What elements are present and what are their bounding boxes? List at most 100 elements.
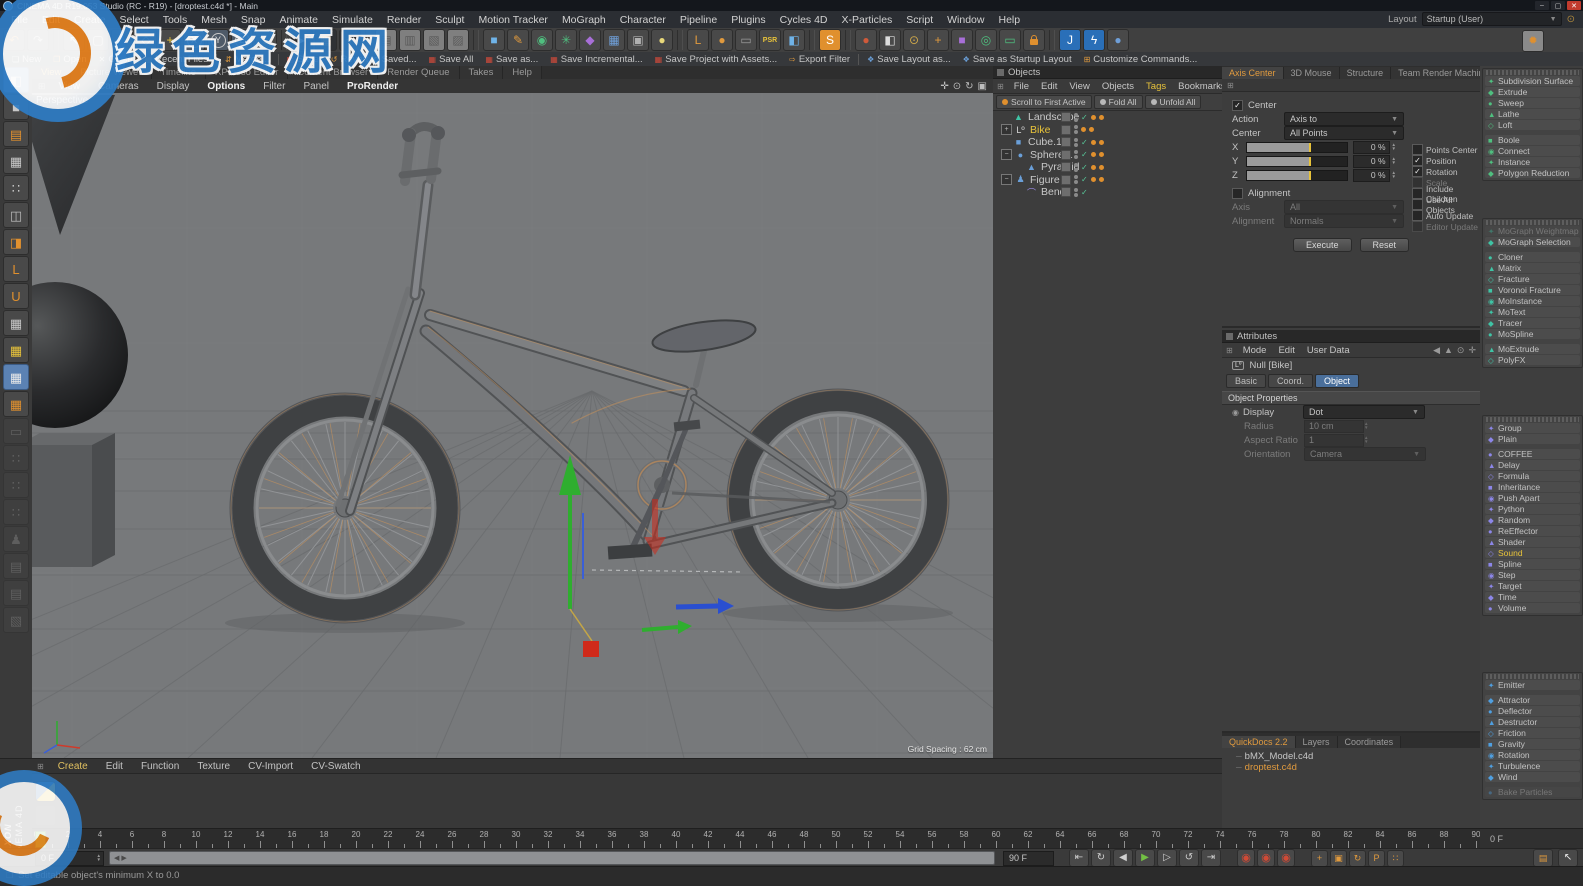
- timeline-menu-create[interactable]: Create: [49, 761, 97, 772]
- inheritance-button[interactable]: ■Inheritance: [1485, 482, 1580, 492]
- unfold-all-button[interactable]: Unfold All: [1145, 95, 1202, 109]
- drag-handle[interactable]: [1486, 674, 1579, 679]
- center-dropdown[interactable]: All Points▼: [1284, 126, 1404, 140]
- magnify-icon[interactable]: ⊙: [903, 29, 925, 51]
- coffee-button[interactable]: ●COFFEE: [1485, 449, 1580, 459]
- objects-menu-view[interactable]: View: [1063, 81, 1095, 92]
- tab-axis-center[interactable]: Axis Center: [1222, 67, 1284, 79]
- plain-button[interactable]: ◆Plain: [1485, 434, 1580, 444]
- option-use-all-objects[interactable]: Use All Objects: [1412, 199, 1478, 210]
- python-button[interactable]: ✦Python: [1485, 504, 1580, 514]
- layer-toggle[interactable]: [1061, 137, 1071, 147]
- push-apart-button[interactable]: ◉Push Apart: [1485, 493, 1580, 503]
- bake-particles-button[interactable]: ●Bake Particles: [1485, 787, 1580, 797]
- matrix-button[interactable]: ▲Matrix: [1485, 263, 1580, 273]
- attributes-menu-mode[interactable]: Mode: [1237, 345, 1273, 356]
- tab-help[interactable]: Help: [503, 66, 542, 79]
- tab-quickdocs-2.2[interactable]: QuickDocs 2.2: [1222, 736, 1296, 748]
- tree-expander[interactable]: −: [1001, 149, 1012, 160]
- dim-tool-1-icon[interactable]: ▭: [3, 418, 29, 444]
- viewport-canvas[interactable]: Perspective: [32, 93, 995, 758]
- attributes-header[interactable]: Attributes: [1222, 330, 1480, 343]
- menu-cycles-4d[interactable]: Cycles 4D: [773, 14, 835, 26]
- radius-field[interactable]: 10 cm: [1304, 420, 1364, 433]
- alignment-dropdown[interactable]: Normals▼: [1284, 214, 1404, 228]
- menu-mograph[interactable]: MoGraph: [555, 14, 613, 26]
- menu-help[interactable]: Help: [991, 14, 1027, 26]
- reeffector-button[interactable]: ●ReEffector: [1485, 526, 1580, 536]
- scroll-to-first-active-button[interactable]: Scroll to First Active: [996, 95, 1092, 109]
- slider-value[interactable]: 0 %: [1353, 169, 1390, 182]
- dim-tool-7-icon[interactable]: ▤: [3, 580, 29, 606]
- subdivision-surface-button[interactable]: ✦Subdivision Surface: [1485, 76, 1580, 86]
- tag-icon[interactable]: [1091, 177, 1096, 182]
- layer-toggle[interactable]: [1061, 175, 1071, 185]
- slider-value[interactable]: 0 %: [1353, 141, 1390, 154]
- gizmo-origin-handle[interactable]: [583, 641, 599, 657]
- timeline-ruler[interactable]: 0246810121416182022242628303234363840424…: [32, 828, 1480, 849]
- end-frame-field[interactable]: 90 F: [1003, 851, 1054, 866]
- search-attributes-icon[interactable]: ⊙: [1457, 345, 1465, 356]
- polygons-mode-icon[interactable]: ◨: [3, 229, 29, 255]
- tree-item-figure[interactable]: −♟Figure✓: [993, 174, 1222, 187]
- polygon-reduction-button[interactable]: ◆Polygon Reduction: [1485, 168, 1580, 178]
- sculpt-icon[interactable]: S: [819, 29, 841, 51]
- dim-tool-8-icon[interactable]: ▧: [3, 607, 29, 633]
- attribute-tab-object[interactable]: Object: [1315, 374, 1359, 388]
- modeling-preset-mirror-icon[interactable]: ▨: [447, 29, 469, 51]
- action-dropdown[interactable]: Axis to▼: [1284, 112, 1404, 126]
- save-all-button[interactable]: ▦Save All: [423, 53, 480, 65]
- play-backward-button[interactable]: ↻: [1091, 849, 1111, 867]
- menu-x-particles[interactable]: X-Particles: [835, 14, 900, 26]
- tree-expander[interactable]: −: [1001, 174, 1012, 185]
- timeline-menu-function[interactable]: Function: [132, 761, 188, 772]
- random-button[interactable]: ◆Random: [1485, 515, 1580, 525]
- bike-model[interactable]: [231, 126, 948, 622]
- save-layout-as--button[interactable]: ❖Save Layout as...: [861, 53, 957, 65]
- document-item[interactable]: ─bMX_Model.c4d: [1222, 751, 1480, 762]
- axis-xyz-icon[interactable]: ●: [711, 29, 733, 51]
- region-icon[interactable]: ▭: [999, 29, 1021, 51]
- psr-icon[interactable]: PSR: [759, 29, 781, 51]
- viewport-menu-panel[interactable]: Panel: [294, 81, 338, 92]
- sphere-object[interactable]: [32, 282, 128, 428]
- tag-icon[interactable]: [1099, 115, 1104, 120]
- content-cube-icon[interactable]: ■: [951, 29, 973, 51]
- visibility-dots[interactable]: [1074, 163, 1078, 172]
- spline-button[interactable]: ■Spline: [1485, 559, 1580, 569]
- layer-toggle[interactable]: [1061, 187, 1071, 197]
- texture-mode-icon[interactable]: ▤: [3, 121, 29, 147]
- tag-icon[interactable]: [1099, 177, 1104, 182]
- attributes-menu-user-data[interactable]: User Data: [1301, 345, 1356, 356]
- mograph-weightmap-button[interactable]: ✦MoGraph Weightmap: [1485, 226, 1580, 236]
- zoom-view-icon[interactable]: ⊙: [953, 81, 961, 92]
- history-back-icon[interactable]: ◀: [1433, 345, 1440, 356]
- workplane-cursor-icon[interactable]: ▦: [3, 391, 29, 417]
- option-position[interactable]: ✓Position: [1412, 155, 1478, 166]
- deformer-button[interactable]: ◆: [579, 29, 601, 51]
- loft-button[interactable]: ◇Loft: [1485, 120, 1580, 130]
- attributes-menu-edit[interactable]: Edit: [1272, 345, 1300, 356]
- dim-tool-3-icon[interactable]: ∷: [3, 472, 29, 498]
- modeling-preset-extrude-icon[interactable]: ▥: [399, 29, 421, 51]
- save-as--button[interactable]: ▦Save as...: [479, 53, 544, 65]
- tab-3d-mouse[interactable]: 3D Mouse: [1284, 67, 1340, 79]
- rotation-button[interactable]: ◉Rotation: [1485, 750, 1580, 760]
- motext-button[interactable]: ✦MoText: [1485, 307, 1580, 317]
- record-pla-toggle[interactable]: ∷: [1387, 850, 1404, 867]
- record-rotation-toggle[interactable]: ↻: [1349, 850, 1366, 867]
- center-checkbox[interactable]: ✓: [1232, 100, 1243, 111]
- pen-tool-button[interactable]: ✎: [507, 29, 529, 51]
- coordinates-manager-icon[interactable]: L: [687, 29, 709, 51]
- delay-button[interactable]: ▲Delay: [1485, 460, 1580, 470]
- enabled-check-icon[interactable]: ✓: [1081, 175, 1088, 184]
- target-icon[interactable]: ◎: [975, 29, 997, 51]
- attribute-tab-basic[interactable]: Basic: [1226, 374, 1266, 388]
- option-auto-update[interactable]: Auto Update: [1412, 210, 1478, 221]
- light-button[interactable]: ●: [651, 29, 673, 51]
- solo-cube-icon[interactable]: ◧: [783, 29, 805, 51]
- slider-track[interactable]: [1246, 170, 1348, 181]
- friction-button[interactable]: ◇Friction: [1485, 728, 1580, 738]
- save-as-startup-layout-button[interactable]: ❖Save as Startup Layout: [957, 53, 1078, 65]
- document-item[interactable]: ─droptest.c4d: [1222, 762, 1480, 773]
